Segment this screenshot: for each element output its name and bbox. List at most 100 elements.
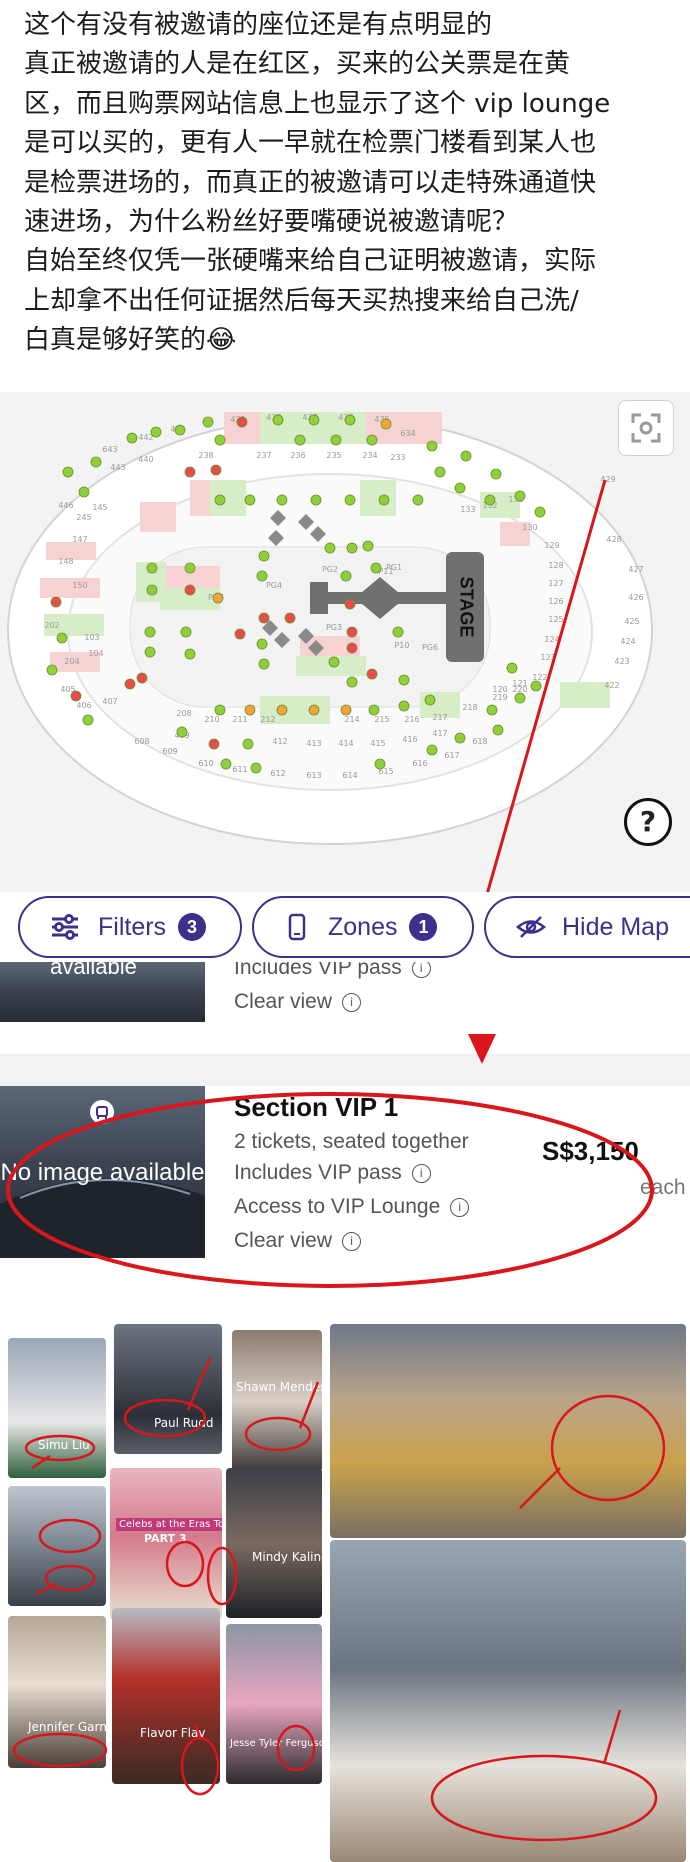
seat-marker[interactable] bbox=[392, 626, 404, 638]
seat-marker[interactable] bbox=[328, 656, 340, 668]
seat-marker[interactable] bbox=[234, 628, 246, 640]
seat-marker[interactable] bbox=[150, 426, 162, 438]
seat-marker[interactable] bbox=[370, 562, 382, 574]
seat-marker[interactable] bbox=[514, 490, 526, 502]
seat-marker[interactable] bbox=[244, 704, 256, 716]
seat-zone[interactable] bbox=[360, 480, 396, 516]
seat-marker[interactable] bbox=[208, 738, 220, 750]
seat-marker[interactable] bbox=[534, 506, 546, 518]
seat-marker[interactable] bbox=[398, 674, 410, 686]
seat-marker[interactable] bbox=[490, 468, 502, 480]
seat-marker[interactable] bbox=[272, 414, 284, 426]
seat-marker[interactable] bbox=[62, 466, 74, 478]
seat-marker[interactable] bbox=[244, 494, 256, 506]
seat-marker[interactable] bbox=[366, 434, 378, 446]
seat-marker[interactable] bbox=[398, 700, 410, 712]
seat-marker[interactable] bbox=[340, 704, 352, 716]
hide-map-chip[interactable]: Hide Map bbox=[484, 896, 690, 958]
seat-marker[interactable] bbox=[258, 612, 270, 624]
seat-marker[interactable] bbox=[56, 632, 68, 644]
seat-marker[interactable] bbox=[346, 642, 358, 654]
seat-marker[interactable] bbox=[284, 612, 296, 624]
seat-marker[interactable] bbox=[146, 584, 158, 596]
seat-zone[interactable] bbox=[140, 502, 176, 532]
seat-marker[interactable] bbox=[124, 678, 136, 690]
seat-marker[interactable] bbox=[174, 424, 186, 436]
seat-marker[interactable] bbox=[412, 494, 424, 506]
seat-marker[interactable] bbox=[324, 542, 336, 554]
seat-marker[interactable] bbox=[126, 432, 138, 444]
seat-marker[interactable] bbox=[220, 758, 232, 770]
seat-marker[interactable] bbox=[256, 570, 268, 582]
stadium-svg[interactable]: 6434424414394384374364356344434402382372… bbox=[0, 392, 690, 892]
seat-marker[interactable] bbox=[530, 680, 542, 692]
seat-marker[interactable] bbox=[344, 414, 356, 426]
seat-marker[interactable] bbox=[202, 416, 214, 428]
seat-marker[interactable] bbox=[250, 762, 262, 774]
seat-marker[interactable] bbox=[506, 662, 518, 674]
seat-marker[interactable] bbox=[294, 434, 306, 446]
seat-marker[interactable] bbox=[146, 562, 158, 574]
seat-marker[interactable] bbox=[340, 570, 352, 582]
seat-marker[interactable] bbox=[184, 648, 196, 660]
info-icon[interactable]: i bbox=[411, 962, 431, 978]
seat-marker[interactable] bbox=[184, 562, 196, 574]
seat-marker[interactable] bbox=[242, 738, 254, 750]
seat-marker[interactable] bbox=[374, 758, 386, 770]
seat-marker[interactable] bbox=[180, 626, 192, 638]
seat-marker[interactable] bbox=[426, 440, 438, 452]
seat-marker[interactable] bbox=[90, 456, 102, 468]
seat-marker[interactable] bbox=[380, 418, 392, 430]
seat-marker[interactable] bbox=[346, 626, 358, 638]
seat-marker[interactable] bbox=[258, 658, 270, 670]
seat-marker[interactable] bbox=[368, 704, 380, 716]
seat-marker[interactable] bbox=[184, 584, 196, 596]
seat-marker[interactable] bbox=[346, 676, 358, 688]
seat-marker[interactable] bbox=[330, 434, 342, 446]
seat-marker[interactable] bbox=[210, 464, 222, 476]
seat-marker[interactable] bbox=[344, 494, 356, 506]
seat-marker[interactable] bbox=[514, 692, 526, 704]
seat-marker[interactable] bbox=[492, 724, 504, 736]
seat-marker[interactable] bbox=[308, 704, 320, 716]
seat-marker[interactable] bbox=[184, 466, 196, 478]
seat-marker[interactable] bbox=[434, 466, 446, 478]
seat-marker[interactable] bbox=[344, 598, 356, 610]
seat-marker[interactable] bbox=[82, 714, 94, 726]
seat-marker[interactable] bbox=[144, 626, 156, 638]
seat-marker[interactable] bbox=[426, 744, 438, 756]
seat-marker[interactable] bbox=[310, 494, 322, 506]
seat-marker[interactable] bbox=[78, 486, 90, 498]
seat-marker[interactable] bbox=[256, 638, 268, 650]
seat-marker[interactable] bbox=[258, 550, 270, 562]
seat-marker[interactable] bbox=[454, 482, 466, 494]
seat-marker[interactable] bbox=[276, 494, 288, 506]
seat-marker[interactable] bbox=[136, 672, 148, 684]
seat-marker[interactable] bbox=[424, 694, 436, 706]
seat-marker[interactable] bbox=[366, 668, 378, 680]
seat-marker[interactable] bbox=[276, 704, 288, 716]
seat-marker[interactable] bbox=[308, 414, 320, 426]
listing-card[interactable]: No image available Section VIP 1 2 ticke… bbox=[0, 1086, 690, 1300]
seat-marker[interactable] bbox=[484, 494, 496, 506]
seat-marker[interactable] bbox=[214, 494, 226, 506]
filters-chip[interactable]: Filters 3 bbox=[18, 896, 242, 958]
seat-marker[interactable] bbox=[454, 732, 466, 744]
seat-marker[interactable] bbox=[50, 596, 62, 608]
seat-marker[interactable] bbox=[214, 704, 226, 716]
seat-marker[interactable] bbox=[70, 690, 82, 702]
seat-marker[interactable] bbox=[176, 726, 188, 738]
seat-zone[interactable] bbox=[402, 412, 442, 444]
seat-marker[interactable] bbox=[144, 646, 156, 658]
seat-marker[interactable] bbox=[362, 540, 374, 552]
seat-zone[interactable] bbox=[40, 578, 100, 598]
zones-chip[interactable]: Zones 1 bbox=[252, 896, 474, 958]
previous-listing[interactable]: available Includes VIP pass i Clear view i bbox=[0, 962, 690, 1054]
seat-marker[interactable] bbox=[212, 592, 224, 604]
seat-marker[interactable] bbox=[46, 664, 58, 676]
seat-marker[interactable] bbox=[214, 434, 226, 446]
seat-map[interactable]: 6434424414394384374364356344434402382372… bbox=[0, 392, 690, 892]
info-icon[interactable]: i bbox=[342, 992, 362, 1012]
seat-zone[interactable] bbox=[560, 682, 610, 708]
seat-marker[interactable] bbox=[460, 450, 472, 462]
